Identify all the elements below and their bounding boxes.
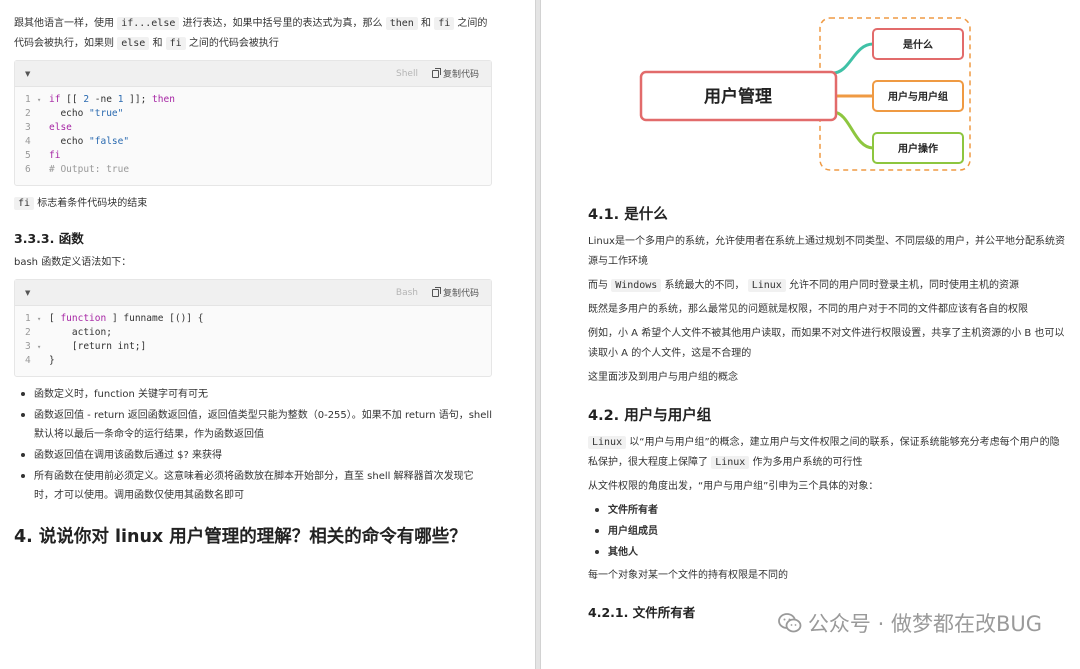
fold-icon[interactable]: ▾ bbox=[37, 340, 49, 354]
paragraph: 例如，小 A 希望个人文件不被其他用户读取，而如果不对文件进行权限设置，共享了主… bbox=[588, 328, 1065, 359]
paragraph: Linux是一个多用户的系统，允许使用者在系统上通过规划不同类型、不同层级的用户… bbox=[588, 236, 1065, 267]
inline-code: Linux bbox=[588, 436, 627, 449]
list-item: 函数返回值 - return 返回函数返回值，返回值类型只能为整数（0-255）… bbox=[14, 406, 492, 444]
collapse-icon[interactable]: ▼ bbox=[25, 289, 30, 297]
inline-code: fi bbox=[14, 197, 35, 210]
heading-4-1: 4.1. 是什么 bbox=[588, 207, 668, 223]
copy-code-button[interactable]: 复制代码 bbox=[431, 286, 479, 299]
paragraph: 每一个对象对某一个文件的持有权限是不同的 bbox=[588, 570, 788, 581]
paragraph: 而与 Windows 系统最大的不同， Linux 允许不同的用户同时登录主机，… bbox=[588, 279, 1019, 292]
inline-code: Linux bbox=[747, 279, 786, 292]
inline-code: fi bbox=[165, 37, 186, 50]
code-block-shell: ▼ Shell 复制代码 1 ▾ if [[ 2 -ne 1 ]]; then 2 … bbox=[14, 60, 492, 186]
code-language: Bash bbox=[395, 287, 418, 298]
mindmap-node-label: 用户与用户组 bbox=[887, 90, 948, 103]
list-item: 其他人 bbox=[588, 543, 1066, 562]
fold-icon[interactable]: ▾ bbox=[37, 93, 49, 107]
copy-icon bbox=[431, 286, 441, 297]
code-line: 6 # Output: true bbox=[25, 164, 130, 175]
watermark: 公众号 · 做梦都在改BUG bbox=[778, 608, 1042, 638]
list-item: 所有函数在使用前必须定义。这意味着必须将函数放在脚本开始部分，直至 shell … bbox=[14, 467, 492, 505]
list-item: 函数定义时，function 关键字可有可无 bbox=[14, 385, 492, 404]
wechat-icon bbox=[778, 613, 802, 633]
copy-icon bbox=[431, 67, 441, 78]
code-body: 1 ▾[ function ] funname [()] { 2 action; … bbox=[15, 306, 491, 376]
code-block-bash: ▼ Bash 复制代码 1 ▾[ function ] funname [()] … bbox=[14, 279, 492, 377]
inline-code: Linux bbox=[711, 456, 750, 469]
code-line: 1 ▾ if [[ 2 -ne 1 ]]; then bbox=[25, 93, 175, 107]
code-line: 2 action; bbox=[25, 327, 112, 338]
heading-4-2: 4.2. 用户与用户组 bbox=[588, 408, 712, 424]
heading-functions: 3.3.3. 函数 bbox=[14, 231, 84, 246]
fold-icon[interactable]: ▾ bbox=[37, 312, 49, 326]
code-block-header: ▼ Bash 复制代码 bbox=[15, 280, 491, 306]
paragraph: 这里面涉及到用户与用户组的概念 bbox=[588, 372, 738, 383]
heading-section-4: 4. 说说你对 linux 用户管理的理解？相关的命令有哪些？ bbox=[14, 527, 467, 547]
watermark-text: 公众号 · 做梦都在改BUG bbox=[807, 612, 1042, 636]
copy-code-button[interactable]: 复制代码 bbox=[431, 67, 479, 80]
paragraph: 既然是多用户的系统，那么最常见的问题就是权限，不同的用户对于不同的文件都应该有各… bbox=[588, 304, 1028, 315]
inline-code: fi bbox=[434, 17, 455, 30]
collapse-icon[interactable]: ▼ bbox=[25, 70, 30, 78]
inline-code: then bbox=[385, 17, 418, 30]
code-body: 1 ▾ if [[ 2 -ne 1 ]]; then 2 echo "true" 3… bbox=[15, 87, 491, 185]
code-line: 4 echo "false" bbox=[25, 136, 130, 147]
mindmap-node-label: 用户操作 bbox=[897, 142, 938, 155]
user-management-mindmap: 用户管理 是什么 用户与用户组 用户操作 bbox=[588, 0, 1080, 175]
code-language: Shell bbox=[396, 68, 418, 79]
paragraph: 从文件权限的角度出发，“用户与用户组”引申为三个具体的对象： bbox=[588, 481, 879, 492]
code-line: 2 echo "true" bbox=[25, 108, 124, 119]
fi-note: fi 标志着条件代码块的结束 bbox=[14, 194, 492, 214]
function-notes-list: 函数定义时，function 关键字可有可无 函数返回值 - return 返回… bbox=[14, 385, 492, 505]
inline-code: else bbox=[117, 37, 150, 50]
mindmap-link bbox=[832, 110, 874, 150]
inline-code: Windows bbox=[611, 279, 662, 292]
if-else-intro: 跟其他语言一样，使用 if...else 进行表达，如果中括号里的表达式为真，那… bbox=[14, 17, 488, 50]
inline-code: if...else bbox=[117, 17, 180, 30]
code-line: 5 fi bbox=[25, 150, 61, 161]
code-line: 1 ▾[ function ] funname [()] { bbox=[25, 312, 204, 326]
mindmap-link bbox=[832, 42, 874, 75]
code-line: 3 ▾ [return int;] bbox=[25, 340, 147, 354]
code-line: 4} bbox=[25, 355, 55, 366]
mindmap-diagram: 用户管理 是什么 用户与用户组 用户操作 bbox=[639, 17, 971, 171]
func-intro: bash 函数定义语法如下： bbox=[14, 257, 132, 268]
list-item: 函数返回值在调用该函数后通过 $? 来获得 bbox=[14, 446, 492, 465]
right-page: 用户管理 是什么 用户与用户组 用户操作 4.1. 是什么 Linux是一个多用… bbox=[545, 0, 1080, 669]
left-page: 跟其他语言一样，使用 if...else 进行表达，如果中括号里的表达式为真，那… bbox=[0, 0, 532, 669]
objects-list: 文件所有者 用户组成员 其他人 bbox=[588, 501, 1066, 562]
list-item: 文件所有者 bbox=[588, 501, 1066, 520]
page-divider bbox=[535, 0, 541, 669]
list-item: 用户组成员 bbox=[588, 522, 1066, 541]
paragraph: Linux 以“用户与用户组”的概念，建立用户与文件权限之间的联系，保证系统能够… bbox=[588, 436, 1060, 469]
mindmap-node-label: 是什么 bbox=[902, 38, 933, 51]
code-line: 3 else bbox=[25, 122, 72, 133]
code-block-header: ▼ Shell 复制代码 bbox=[15, 61, 491, 87]
mindmap-center-label: 用户管理 bbox=[704, 86, 772, 107]
